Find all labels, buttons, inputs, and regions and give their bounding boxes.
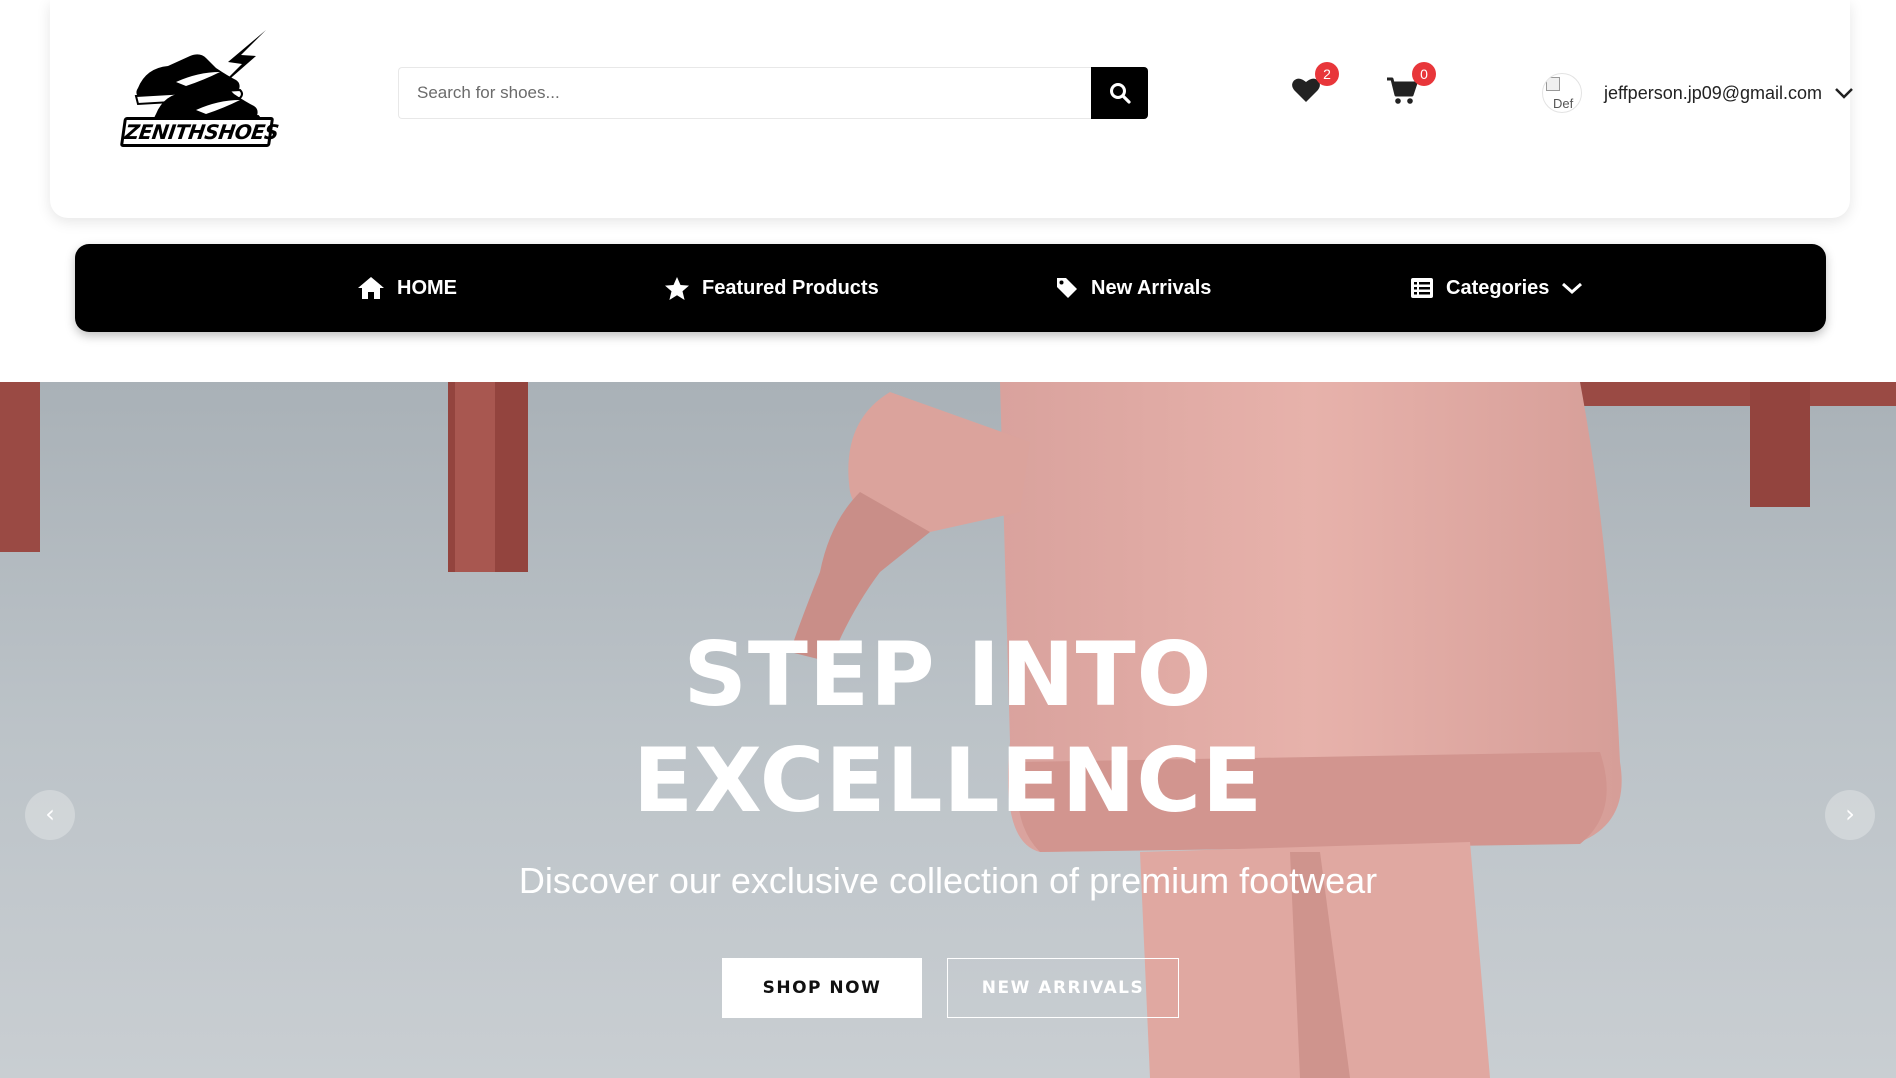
carousel-next-button[interactable]: › xyxy=(1825,790,1875,840)
home-icon xyxy=(358,277,384,299)
new-arrivals-button[interactable]: NEW ARRIVALS xyxy=(947,958,1179,1018)
star-icon xyxy=(665,276,689,300)
nav-item-label: Categories xyxy=(1446,276,1550,299)
brand-logo[interactable]: ZENITHSHOES xyxy=(116,22,280,154)
avatar: Def xyxy=(1542,73,1582,113)
nav-item-label: New Arrivals xyxy=(1091,276,1212,299)
list-icon xyxy=(1411,278,1433,298)
wishlist-button[interactable]: 2 xyxy=(1291,62,1339,110)
chevron-down-icon xyxy=(1835,88,1853,99)
carousel-prev-button[interactable]: ‹ xyxy=(25,790,75,840)
search-icon xyxy=(1109,83,1131,104)
nav-item-new-arrivals[interactable]: New Arrivals xyxy=(1055,244,1211,332)
cart-button[interactable]: 0 xyxy=(1386,62,1436,110)
search-input[interactable] xyxy=(398,67,1091,119)
hero-title-line-1: STEP INTO xyxy=(683,623,1213,726)
nav-item-categories[interactable]: Categories xyxy=(1410,244,1583,332)
hero-subtitle: Discover our exclusive collection of pre… xyxy=(518,860,1378,901)
hero-carousel: STEP INTO EXCELLENCE Discover our exclus… xyxy=(0,382,1896,1078)
nav-item-label: Featured Products xyxy=(702,276,879,299)
brand-wordmark: ZENITHSHOES xyxy=(119,117,280,147)
search-bar xyxy=(398,67,1148,119)
wishlist-count-badge: 2 xyxy=(1315,62,1339,86)
shop-now-button[interactable]: SHOP NOW xyxy=(722,958,922,1018)
search-button[interactable] xyxy=(1091,67,1148,119)
broken-image-icon xyxy=(1546,77,1560,91)
site-header: ZENITHSHOES 2 0 Def jeffperson.jp09 xyxy=(50,0,1853,218)
user-account-menu[interactable]: Def jeffperson.jp09@gmail.com xyxy=(1542,72,1854,114)
user-email: jeffperson.jp09@gmail.com xyxy=(1604,82,1823,103)
cart-count-badge: 0 xyxy=(1412,62,1436,86)
nav-item-label: HOME xyxy=(397,276,457,299)
hero-title-line-2: EXCELLENCE xyxy=(632,729,1264,832)
hero-title: STEP INTO EXCELLENCE xyxy=(548,622,1348,834)
chevron-down-icon xyxy=(1562,282,1583,295)
nav-item-featured-products[interactable]: Featured Products xyxy=(664,244,879,332)
main-navigation: HOME Featured Products New Arrivals Cate… xyxy=(75,244,1826,332)
avatar-alt-text: Def xyxy=(1553,96,1574,111)
nav-item-home[interactable]: HOME xyxy=(357,244,457,332)
tag-icon xyxy=(1057,278,1077,298)
